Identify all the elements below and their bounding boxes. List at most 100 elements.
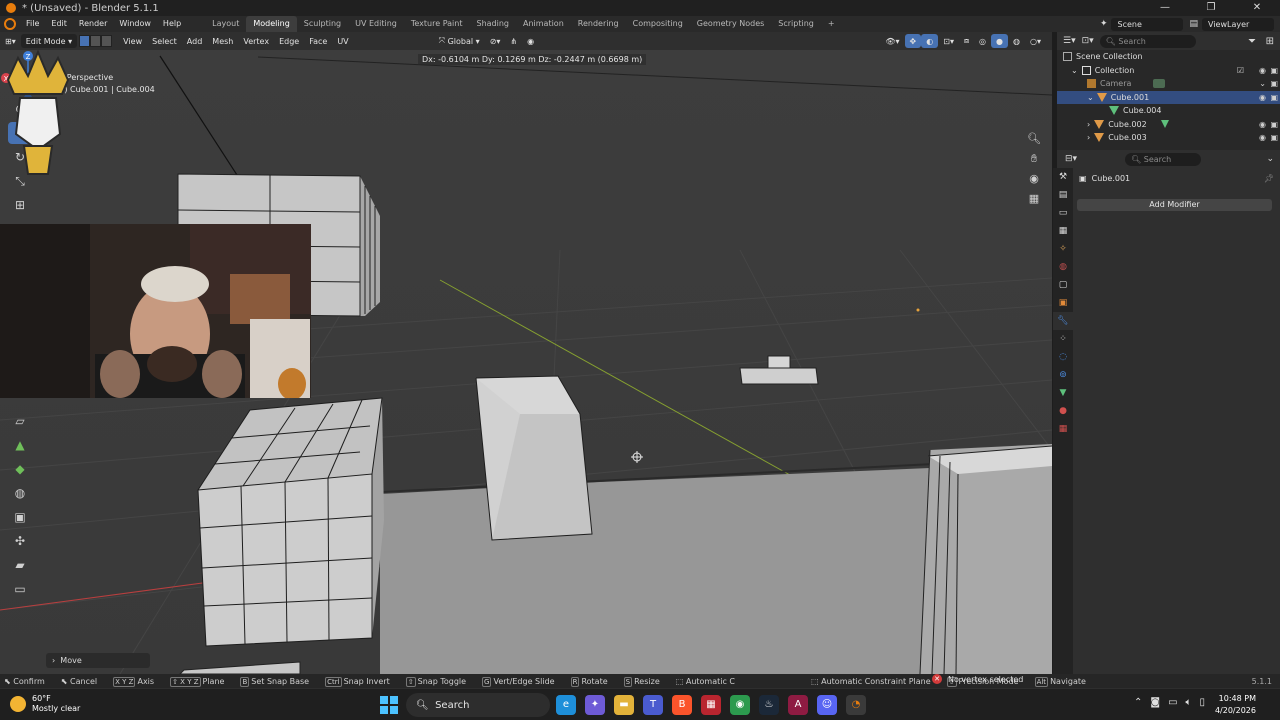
pivot-point-icon[interactable]: ⊘▾ [485,34,506,48]
maximize-button[interactable]: ❐ [1188,0,1234,16]
outliner-editor-icon[interactable]: ☰▾ [1063,36,1076,46]
tab-scripting[interactable]: Scripting [771,16,821,32]
overlay-toggle-icon[interactable]: ◐ [921,34,939,48]
edge-browser-icon[interactable]: e [556,695,576,715]
transform-orientation-selector[interactable]: ⤧ Global ▾ [434,34,485,48]
tab-modeling[interactable]: Modeling [246,16,297,32]
network-icon[interactable]: ▭ [1168,697,1177,708]
ortho-toggle-icon[interactable]: ▦ [1025,190,1043,208]
constraints-tab-icon[interactable]: ⊚ [1053,366,1073,384]
menu-select[interactable]: Select [147,34,182,48]
edge-select-icon[interactable] [90,35,102,47]
scene-tab-icon[interactable]: ✧ [1053,240,1073,258]
view-layer-tab-icon[interactable]: ▦ [1053,222,1073,240]
mesh-edit-overlay-icon[interactable]: ⊡▾ [938,34,959,48]
texture-tab-icon[interactable]: ▦ [1053,420,1073,438]
tab-geometry-nodes[interactable]: Geometry Nodes [690,16,771,32]
eye-icon[interactable]: ◉ [1259,120,1266,129]
gizmo-toggle-icon[interactable]: ✥ [904,34,922,48]
weather-widget[interactable]: 60°F Mostly clear [10,694,80,714]
menu-vertex[interactable]: Vertex [238,34,274,48]
expand-arrow-icon[interactable]: › [1087,133,1090,142]
proportional-edit-icon[interactable]: ◉ [522,34,539,48]
data-tab-icon[interactable]: ▼ [1053,384,1073,402]
minimize-button[interactable]: — [1142,0,1188,16]
outliner-row-cube-001[interactable]: ⌄ Cube.001 ◉ ▣ [1057,90,1280,104]
collection-tab-icon[interactable]: ▢ [1053,276,1073,294]
menu-edit[interactable]: Edit [45,16,73,32]
tab-uv-editing[interactable]: UV Editing [348,16,404,32]
discord-icon[interactable]: ☺ [817,695,837,715]
menu-mesh[interactable]: Mesh [207,34,238,48]
transform-tool-icon[interactable]: ⊞ [8,194,32,216]
brave-browser-icon[interactable]: B [672,695,692,715]
file-explorer-icon[interactable]: ▬ [614,695,634,715]
tab-shading[interactable]: Shading [469,16,516,32]
output-tab-icon[interactable]: ▭ [1053,204,1073,222]
menu-edge[interactable]: Edge [274,34,304,48]
tray-app-icon[interactable]: ◙ [1150,697,1160,708]
taskbar-search[interactable]: 🔍︎ Search [406,693,550,717]
render-camera-icon[interactable]: ▣ [1270,133,1278,142]
3d-viewport[interactable]: Dx: -0.6104 m Dy: 0.1269 m Dz: -0.2447 m… [0,50,1052,674]
camera-view-icon[interactable]: ◉ [1025,170,1043,188]
view-layer-selector[interactable]: ViewLayer [1202,17,1274,31]
menu-face[interactable]: Face [304,34,332,48]
tab-rendering[interactable]: Rendering [571,16,626,32]
collapse-arrow-icon[interactable]: ⌄ [1087,93,1094,102]
checkbox-icon[interactable]: ☑ [1237,66,1244,75]
pin-icon[interactable]: 📌︎ [1264,174,1274,183]
zoom-icon[interactable]: 🔍︎ [1025,130,1043,148]
render-tab-icon[interactable]: ▤ [1053,186,1073,204]
render-camera-icon[interactable]: ▣ [1270,66,1278,75]
tab-texture-paint[interactable]: Texture Paint [404,16,470,32]
outliner-row-camera[interactable]: Camera ⌄ ▣ [1057,77,1280,91]
red-app-icon[interactable]: ▦ [701,695,721,715]
volume-icon[interactable]: 🔈︎ [1186,697,1192,708]
eye-icon[interactable]: ◉ [1259,93,1266,102]
outliner-row-cube-003[interactable]: › Cube.003 ◉ ▣ [1057,131,1280,145]
outliner-row-scene-collection[interactable]: Scene Collection [1057,50,1280,64]
add-modifier-button[interactable]: Add Modifier [1077,199,1272,211]
battery-icon[interactable]: ▯ [1200,697,1206,708]
material-shading-icon[interactable]: ◍ [1008,34,1025,48]
eye-icon[interactable]: ◉ [1259,133,1266,142]
rendered-shading-icon[interactable]: ○▾ [1025,34,1046,48]
physics-tab-icon[interactable]: ◌ [1053,348,1073,366]
bevel-tool-icon[interactable]: ▱ [8,410,32,432]
start-button[interactable] [380,696,398,714]
mode-selector[interactable]: Edit Mode ▾ [20,34,78,48]
chrome-browser-icon[interactable]: ◉ [730,695,750,715]
tab-layout[interactable]: Layout [205,16,246,32]
expand-arrow-icon[interactable]: › [1087,120,1090,129]
close-window-button[interactable]: ✕ [1234,0,1280,16]
outliner-row-cube-002[interactable]: › Cube.002 ◉ ▣ [1057,118,1280,132]
smooth-tool-icon[interactable]: ✣ [8,530,32,552]
filter-icon[interactable]: ⏷ [1248,36,1256,47]
properties-search-input[interactable]: 🔍︎ Search [1125,152,1202,166]
taskbar-clock[interactable]: 10:48 PM 4/20/2026 [1206,693,1256,717]
spin-tool-icon[interactable]: ▣ [8,506,32,528]
tab-animation[interactable]: Animation [516,16,571,32]
visibility-icon[interactable]: 👁▾ [880,34,904,48]
teams-icon[interactable]: T [643,695,663,715]
new-collection-icon[interactable]: ⊞ [1266,36,1274,47]
steam-icon[interactable]: ♨ [759,695,779,715]
menu-file[interactable]: File [20,16,45,32]
menu-uv[interactable]: UV [332,34,353,48]
tray-overflow-icon[interactable]: ⌃ [1134,697,1142,708]
shrink-fatten-tool-icon[interactable]: ▭ [8,578,32,600]
loop-cut-tool-icon[interactable]: ▲ [8,434,32,456]
blender-menu-icon[interactable] [4,18,16,30]
edge-slide-tool-icon[interactable]: ▰ [8,554,32,576]
particles-tab-icon[interactable]: ⁘ [1053,330,1073,348]
outliner-row-collection[interactable]: ⌄ Collection ☑ ◉ ▣ [1057,64,1280,78]
menu-add[interactable]: Add [182,34,208,48]
properties-editor-icon[interactable]: ⊟▾ [1065,154,1077,164]
face-select-icon[interactable] [101,35,113,47]
menu-help[interactable]: Help [157,16,187,32]
snap-icon[interactable]: ⋔ [505,34,522,48]
render-camera-icon[interactable]: ▣ [1270,93,1278,102]
menu-render[interactable]: Render [73,16,113,32]
menu-window[interactable]: Window [113,16,157,32]
